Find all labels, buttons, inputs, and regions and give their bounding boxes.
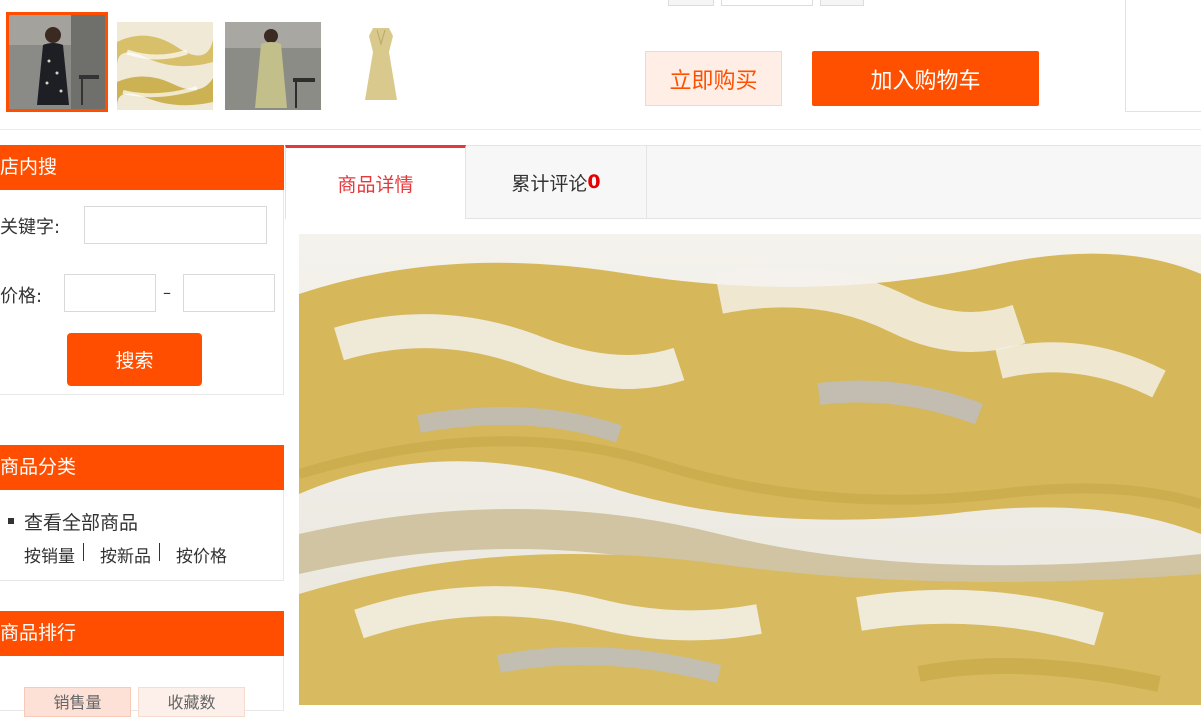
rank-tab-favorites[interactable]: 收藏数 (138, 687, 245, 717)
tab-label: 累计评论 (511, 172, 588, 195)
view-all-products-link[interactable]: 查看全部商品 (24, 508, 138, 535)
rank-tab-sales[interactable]: 销售量 (24, 687, 131, 717)
qty-decrease-button[interactable] (668, 0, 714, 6)
separator (159, 543, 160, 561)
thumbnail-4[interactable] (333, 22, 429, 110)
tab-product-details[interactable]: 商品详情 (285, 145, 466, 219)
price-max-input[interactable] (183, 274, 275, 312)
fabric-photo (299, 234, 1201, 705)
side-info-panel (1125, 0, 1201, 112)
tab-label: 商品详情 (337, 174, 414, 196)
thumbnail-3[interactable] (225, 22, 321, 110)
store-search-title: 店内搜 (0, 145, 284, 190)
sort-by-sales-link[interactable]: 按销量 (24, 542, 75, 567)
thumbnail-image (333, 22, 429, 110)
price-separator: – (163, 283, 171, 302)
bullet-icon (8, 518, 14, 524)
separator (83, 543, 84, 561)
qty-input[interactable] (721, 0, 813, 6)
price-min-input[interactable] (64, 274, 156, 312)
add-to-cart-button[interactable]: 加入购物车 (812, 51, 1039, 106)
qty-increase-button[interactable] (820, 0, 864, 6)
ranking-title: 商品排行 (0, 611, 284, 656)
thumbnail-1[interactable] (6, 12, 108, 112)
categories-title: 商品分类 (0, 445, 284, 490)
keyword-label: 关键字: (0, 217, 61, 238)
keyword-input[interactable] (84, 206, 267, 244)
divider (0, 129, 1201, 130)
buy-now-button[interactable]: 立即购买 (645, 51, 782, 106)
search-button[interactable]: 搜索 (67, 333, 202, 386)
thumbnail-image (117, 22, 213, 110)
thumbnail-image (9, 15, 105, 109)
tab-reviews[interactable]: 累计评论 0 (466, 145, 647, 219)
sort-by-price-link[interactable]: 按价格 (176, 542, 227, 567)
product-detail-image (299, 234, 1201, 705)
review-count: 0 (587, 171, 601, 193)
price-label: 价格: (0, 286, 43, 307)
thumbnail-2[interactable] (117, 22, 213, 110)
sort-by-new-link[interactable]: 按新品 (100, 542, 151, 567)
thumbnail-image (225, 22, 321, 110)
